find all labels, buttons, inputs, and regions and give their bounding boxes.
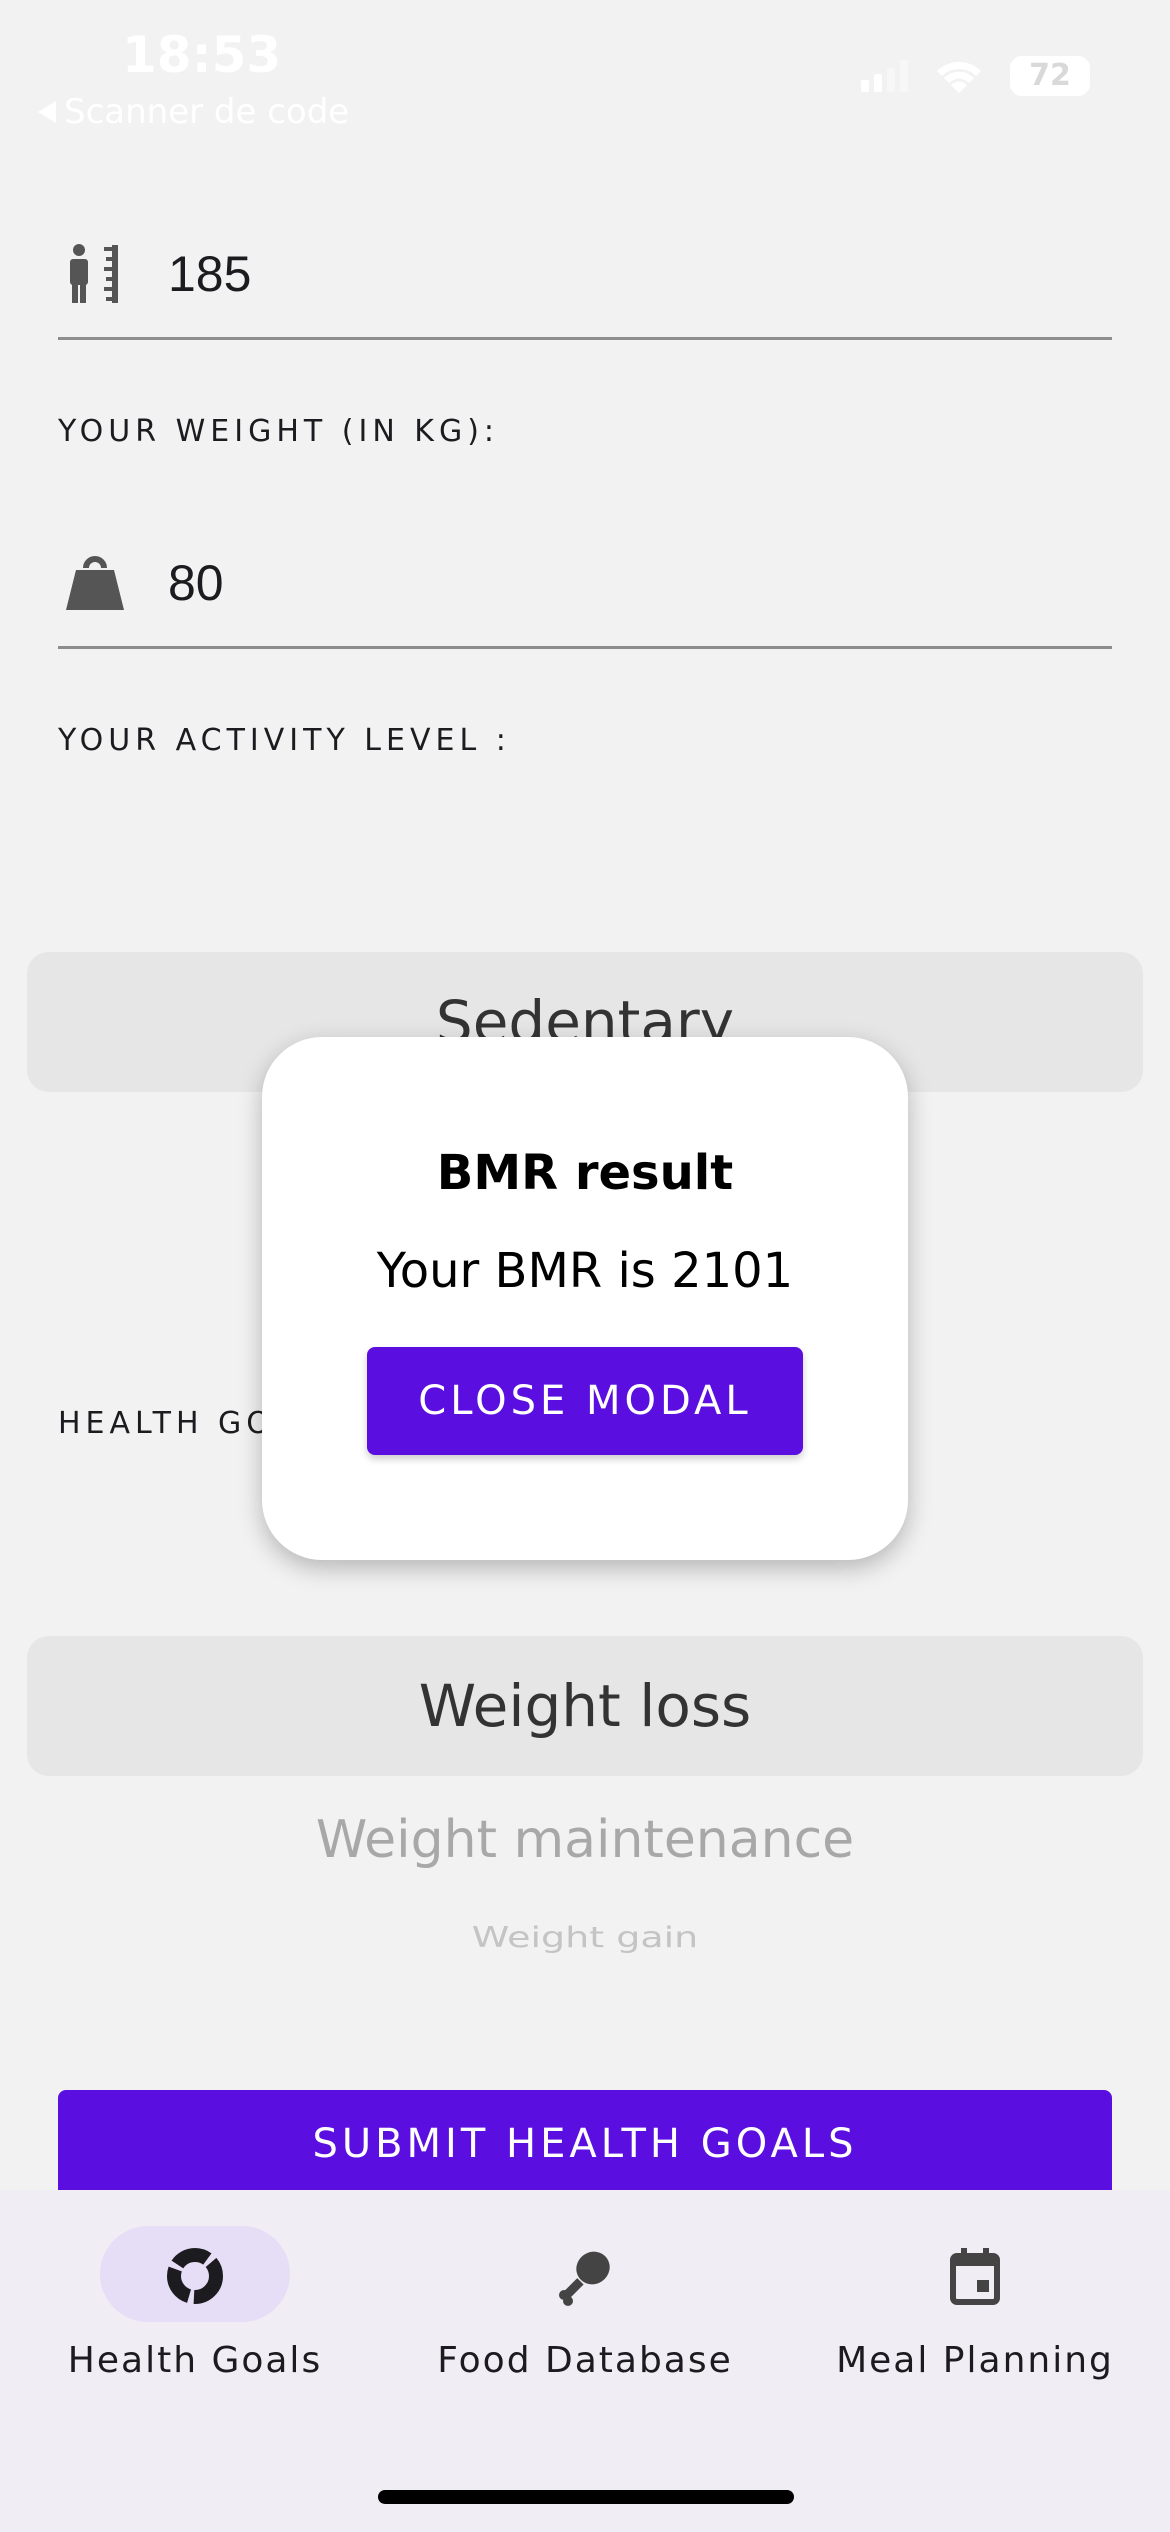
health-goal-option[interactable]: Weight maintenance	[0, 1810, 1170, 1870]
calendar-icon	[950, 2248, 1000, 2305]
height-field[interactable]	[58, 210, 1112, 340]
submit-health-goals-button[interactable]: SUBMIT HEALTH GOALS	[58, 2090, 1112, 2200]
close-modal-button[interactable]: CLOSE MODAL	[367, 1347, 803, 1455]
cellular-signal-icon	[861, 60, 908, 92]
status-time: 18:53	[122, 26, 282, 84]
weight-icon	[66, 555, 124, 610]
back-arrow-icon	[38, 101, 56, 123]
back-to-app-link[interactable]: Scanner de code	[38, 92, 349, 132]
nav-label-food-database: Food Database	[437, 2340, 733, 2381]
bmr-result-modal: BMR result Your BMR is 2101 CLOSE MODAL	[262, 1037, 908, 1560]
activity-level-label: YOUR ACTIVITY LEVEL :	[58, 723, 511, 758]
nav-item-food-database[interactable]: Food Database	[390, 2190, 780, 2430]
home-indicator[interactable]	[378, 2490, 794, 2504]
wifi-icon	[937, 61, 981, 93]
nav-label-meal-planning: Meal Planning	[836, 2340, 1114, 2381]
donut-chart-icon	[167, 2248, 223, 2304]
battery-icon: 72	[1010, 56, 1090, 96]
nav-item-meal-planning[interactable]: Meal Planning	[780, 2190, 1170, 2430]
back-to-app-label: Scanner de code	[64, 92, 350, 132]
weight-label: YOUR WEIGHT (IN KG):	[58, 414, 500, 449]
weight-field[interactable]	[58, 519, 1112, 649]
height-ruler-icon	[70, 243, 118, 303]
drumstick-icon	[559, 2251, 610, 2306]
health-goal-option[interactable]: Weight gain	[0, 1921, 1170, 1954]
status-indicators: 72	[861, 56, 1090, 96]
nav-label-health-goals: Health Goals	[67, 2340, 323, 2381]
health-goal-option-selected[interactable]: Weight loss	[0, 1672, 1170, 1740]
height-input[interactable]	[168, 210, 1068, 337]
weight-input[interactable]	[168, 519, 1068, 646]
nav-item-health-goals[interactable]: Health Goals	[0, 2190, 390, 2430]
modal-title: BMR result	[436, 1145, 734, 1201]
bottom-navigation: Health Goals Food Database Meal Planning	[0, 2190, 1170, 2532]
modal-message: Your BMR is 2101	[376, 1243, 794, 1299]
